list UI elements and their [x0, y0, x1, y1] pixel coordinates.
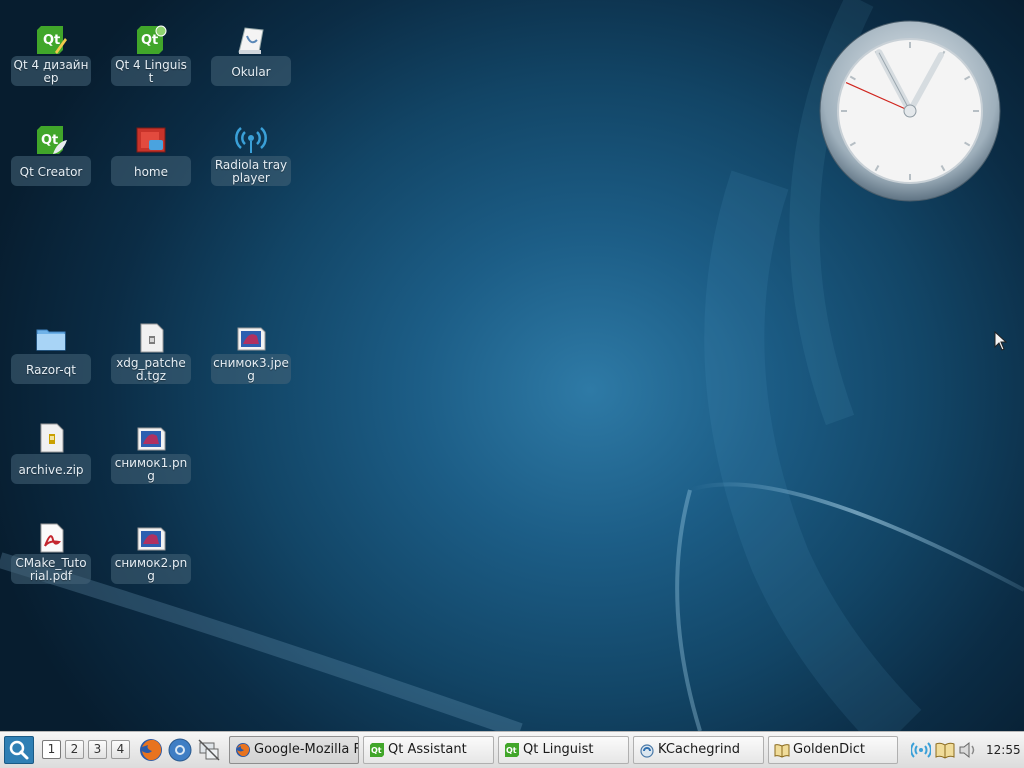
- desktop-icon-archive-zip[interactable]: archive.zip: [11, 418, 91, 484]
- task-button-firefox[interactable]: Google-Mozilla Fi: [229, 736, 359, 764]
- pdf-file-icon: [40, 523, 64, 553]
- search-icon: [9, 740, 29, 760]
- desktop-icon-label: снимок3.jpeg: [211, 354, 291, 384]
- workspace-2-button[interactable]: 2: [65, 740, 84, 759]
- image-file-icon: [137, 427, 166, 451]
- main-menu-button[interactable]: [4, 736, 34, 764]
- desktop-icon-label: снимок2.png: [111, 554, 191, 584]
- desktop-icon-cmake-tutorial[interactable]: CMake_Tutorial.pdf: [11, 518, 91, 584]
- home-folder-icon: [136, 127, 166, 153]
- desktop-icon-okular[interactable]: Okular: [211, 20, 291, 86]
- desktop-icon-label: Razor-qt: [11, 354, 91, 384]
- svg-text:Qt: Qt: [41, 133, 58, 148]
- desktop-icon-label: Okular: [211, 56, 291, 86]
- qt-linguist-icon: Qt: [137, 25, 167, 54]
- image-file-icon: [137, 527, 166, 551]
- mouse-cursor-icon: [994, 331, 1008, 351]
- workspace-4-button[interactable]: 4: [111, 740, 130, 759]
- analog-clock-widget[interactable]: [819, 20, 1001, 202]
- desktop-icon-label: Qt Creator: [11, 156, 91, 186]
- desktop[interactable]: Qt Qt 4 дизайнер Qt Qt 4 Linguist Okular…: [0, 0, 1024, 731]
- svg-text:Qt: Qt: [371, 746, 382, 755]
- firefox-icon: [236, 743, 250, 757]
- dictionary-icon[interactable]: [935, 740, 955, 760]
- task-label: Qt Linguist: [523, 742, 594, 757]
- task-button-qt-linguist[interactable]: Qt Qt Linguist: [498, 736, 629, 764]
- svg-text:Qt: Qt: [506, 746, 517, 755]
- folder-icon: [36, 329, 66, 351]
- taskbar: 1 2 3 4 Google-Mozilla Fi Qt Qt Assistan…: [0, 731, 1024, 768]
- desktop-icon-snimok1[interactable]: снимок1.png: [111, 418, 191, 484]
- qt-designer-icon: Qt: [37, 26, 67, 54]
- qt-creator-icon: Qt: [37, 126, 67, 154]
- archive-zip-icon: [40, 423, 64, 453]
- image-file-icon: [237, 327, 266, 351]
- task-label: Google-Mozilla Fi: [254, 742, 359, 757]
- desktop-icon-label: home: [111, 156, 191, 186]
- volume-icon[interactable]: [958, 740, 978, 760]
- firefox-icon[interactable]: [138, 737, 164, 763]
- workspace-3-button[interactable]: 3: [88, 740, 107, 759]
- desktop-icon-snimok2[interactable]: снимок2.png: [111, 518, 191, 584]
- qt-icon: Qt: [370, 743, 384, 757]
- chromium-icon[interactable]: [167, 737, 193, 763]
- desktop-icon-label: archive.zip: [11, 454, 91, 484]
- desktop-icon-qt-designer[interactable]: Qt Qt 4 дизайнер: [11, 20, 91, 86]
- workspace-1-button[interactable]: 1: [42, 740, 61, 759]
- network-icon[interactable]: [196, 737, 222, 763]
- desktop-icon-xdg-patched[interactable]: xdg_patched.tgz: [111, 318, 191, 384]
- task-label: KCachegrind: [658, 742, 740, 757]
- task-button-kcachegrind[interactable]: KCachegrind: [633, 736, 764, 764]
- wifi-icon[interactable]: [911, 740, 931, 760]
- task-label: GoldenDict: [793, 742, 865, 757]
- desktop-icon-qt-creator[interactable]: Qt Qt Creator: [11, 120, 91, 186]
- desktop-icon-label: снимок1.png: [111, 454, 191, 484]
- desktop-icon-snimok3[interactable]: снимок3.jpeg: [211, 318, 291, 384]
- archive-tgz-icon: [140, 323, 164, 353]
- desktop-icon-label: CMake_Tutorial.pdf: [11, 554, 91, 584]
- task-label: Qt Assistant: [388, 742, 467, 757]
- kcachegrind-icon: [640, 744, 654, 758]
- dictionary-icon: [774, 744, 790, 758]
- radio-icon: [235, 127, 267, 153]
- desktop-icon-label: Qt 4 Linguist: [111, 56, 191, 86]
- okular-icon: [238, 27, 264, 54]
- desktop-icon-label: Radiola tray player: [211, 156, 291, 186]
- desktop-icon-razor-qt[interactable]: Razor-qt: [11, 318, 91, 384]
- svg-text:Qt: Qt: [141, 33, 158, 48]
- task-button-qt-assistant[interactable]: Qt Qt Assistant: [363, 736, 494, 764]
- desktop-icon-radiola[interactable]: Radiola tray player: [211, 120, 291, 186]
- desktop-icon-label: Qt 4 дизайнер: [11, 56, 91, 86]
- svg-text:Qt: Qt: [43, 33, 60, 48]
- qt-linguist-icon: Qt: [505, 743, 519, 757]
- desktop-icon-home[interactable]: home: [111, 120, 191, 186]
- desktop-icon-qt-linguist[interactable]: Qt Qt 4 Linguist: [111, 20, 191, 86]
- task-button-goldendict[interactable]: GoldenDict: [768, 736, 898, 764]
- desktop-icon-label: xdg_patched.tgz: [111, 354, 191, 384]
- taskbar-clock[interactable]: 12:55: [986, 732, 1021, 768]
